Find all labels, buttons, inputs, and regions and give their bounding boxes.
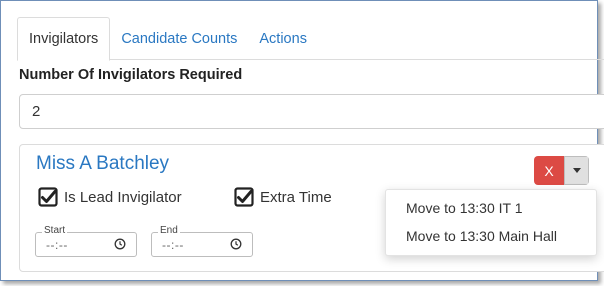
tab-actions[interactable]: Actions — [248, 17, 318, 60]
remove-invigilator-button[interactable]: X — [534, 156, 564, 185]
menu-item-move-main-hall[interactable]: Move to 13:30 Main Hall — [406, 228, 557, 244]
end-time-value: --:-- — [162, 238, 184, 252]
actions-dropdown-toggle[interactable] — [564, 156, 589, 185]
clock-icon[interactable] — [230, 238, 242, 250]
lead-invigilator-label: Is Lead Invigilator — [64, 188, 182, 206]
tab-invigilators[interactable]: Invigilators — [17, 17, 111, 61]
required-invigilators-label: Number Of Invigilators Required — [19, 67, 243, 83]
tab-bar: Invigilators Candidate Counts Actions — [17, 17, 604, 61]
clock-icon[interactable] — [114, 238, 126, 250]
checkbox-checked-icon — [234, 187, 254, 207]
extra-time-checkbox[interactable]: Extra Time — [234, 187, 332, 207]
checkbox-checked-icon — [38, 187, 58, 207]
invigilator-name: Miss A Batchley — [36, 153, 170, 174]
start-time-input[interactable]: Start --:-- — [35, 225, 137, 257]
menu-item-move-it1[interactable]: Move to 13:30 IT 1 — [406, 200, 522, 216]
end-time-label: End — [158, 225, 180, 236]
extra-time-label: Extra Time — [260, 188, 332, 206]
start-time-label: Start — [42, 225, 68, 236]
start-time-value: --:-- — [46, 238, 68, 252]
invigilator-actions-group: X — [534, 156, 589, 185]
required-invigilators-input[interactable] — [19, 94, 604, 129]
end-time-input[interactable]: End --:-- — [151, 225, 253, 257]
lead-invigilator-checkbox[interactable]: Is Lead Invigilator — [38, 187, 182, 207]
move-dropdown-menu: Move to 13:30 IT 1 Move to 13:30 Main Ha… — [385, 189, 597, 256]
caret-down-icon — [572, 168, 581, 173]
tab-candidate-counts[interactable]: Candidate Counts — [110, 17, 248, 60]
